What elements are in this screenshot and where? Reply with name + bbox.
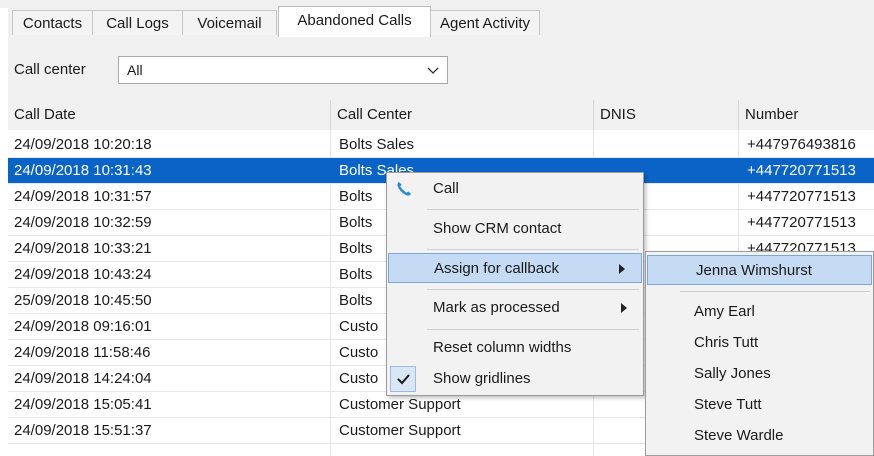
column-header-call-center[interactable]: Call Center [331,100,593,130]
tab-voicemail[interactable]: Voicemail [182,10,277,35]
agent-name: Steve Wardle [694,427,784,444]
agent-name: Sally Jones [694,365,771,382]
cell-date: 24/09/2018 10:31:43 [14,162,152,179]
menu-item-assign-label: Assign for callback [434,260,560,277]
cell-date: 25/09/2018 10:45:50 [14,292,152,309]
cell-date: 24/09/2018 14:24:04 [14,370,152,387]
tab-abandoned-calls[interactable]: Abandoned Calls [278,6,431,37]
cell-center: Bolts Sales [339,136,415,153]
menu-separator [427,209,639,210]
table-row[interactable]: 24/09/2018 10:20:18 Bolts Sales +447976493… [8,132,874,158]
menu-item-mark-label: Mark as processed [433,299,560,316]
call-center-select-value: All [127,62,143,78]
window-top-strip [0,0,874,8]
menu-separator [427,289,639,290]
cell-date: 24/09/2018 15:51:37 [14,422,152,439]
context-menu: Call Show CRM contact Assign for callbac… [386,172,644,396]
menu-item-reset-label: Reset column widths [433,339,572,356]
cell-date: 24/09/2018 09:16:01 [14,318,152,335]
tab-agent-activity[interactable]: Agent Activity [430,10,540,35]
cell-dnis [602,132,742,158]
header-separator [738,100,739,130]
chevron-right-icon [619,264,625,274]
menu-item-show-crm-contact[interactable]: Show CRM contact [387,214,643,244]
cell-number: +447720771513 [747,188,856,205]
menu-item-show-gridlines[interactable]: Show gridlines [387,364,643,394]
check-icon [390,366,416,392]
cell-number: +447976493816 [747,136,856,153]
menu-item-mark-as-processed[interactable]: Mark as processed [387,293,643,323]
cell-center: Customer Support [339,422,461,439]
menu-item-assign-for-callback[interactable]: Assign for callback [388,253,642,283]
menu-separator [427,329,639,330]
submenu-item-agent[interactable]: Steve Tutt [646,390,873,420]
cell-date: 24/09/2018 10:32:59 [14,214,152,231]
agent-name: Chris Tutt [694,334,759,351]
submenu-item-agent[interactable]: Amy Earl [646,297,873,327]
header-separator [330,100,331,130]
menu-separator [427,249,639,250]
cell-date: 24/09/2018 15:05:41 [14,396,152,413]
agent-name: Jenna Wimshurst [696,262,812,279]
chevron-down-icon [427,67,439,74]
cell-date: 24/09/2018 10:33:21 [14,240,152,257]
menu-separator [680,291,870,292]
column-header-dnis[interactable]: DNIS [594,100,738,130]
callback-agent-submenu: Jenna Wimshurst Amy Earl Chris Tutt Sall… [645,251,874,456]
menu-item-reset-column-widths[interactable]: Reset column widths [387,333,643,363]
cell-number: +447720771513 [747,162,856,179]
cell-number: +447720771513 [747,214,856,231]
agent-name: Amy Earl [694,303,755,320]
column-header-number[interactable]: Number [739,100,874,130]
cell-date: 24/09/2018 10:43:24 [14,266,152,283]
menu-item-call-label: Call [433,180,459,197]
tab-contacts[interactable]: Contacts [12,10,93,35]
phone-icon [397,182,411,196]
menu-item-show-crm-label: Show CRM contact [433,220,562,237]
agent-name: Steve Tutt [694,396,762,413]
column-header-call-date[interactable]: Call Date [8,100,330,130]
cell-date: 24/09/2018 11:58:46 [14,344,151,361]
submenu-item-agent[interactable]: Jenna Wimshurst [647,255,872,285]
tab-call-logs[interactable]: Call Logs [92,10,183,35]
submenu-item-agent[interactable]: Steve Wardle [646,421,873,451]
chevron-right-icon [621,303,627,313]
menu-item-gridlines-label: Show gridlines [433,370,531,387]
submenu-item-agent[interactable]: Sally Jones [646,359,873,389]
cell-date: 24/09/2018 10:31:57 [14,188,152,205]
cell-date: 24/09/2018 10:20:18 [14,136,152,153]
menu-item-call[interactable]: Call [387,174,643,204]
submenu-item-agent[interactable]: Chris Tutt [646,328,873,358]
header-separator [593,100,594,130]
call-center-select[interactable]: All [118,56,448,84]
call-center-label: Call center [14,61,86,78]
